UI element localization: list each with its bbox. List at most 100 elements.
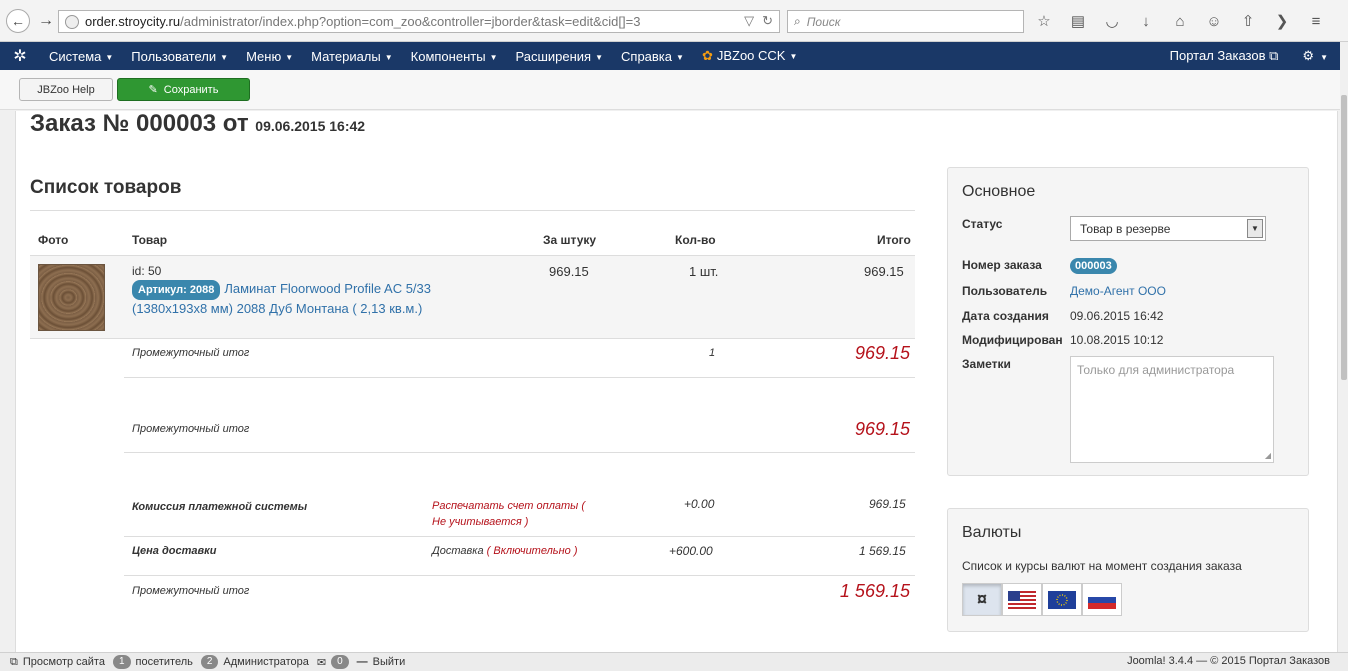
scrollbar-thumb[interactable] (1341, 95, 1347, 380)
extension-icon[interactable]: ❯ (1272, 11, 1292, 31)
logout-label: Выйти (372, 656, 406, 668)
menu-help[interactable]: Справка ▼ (612, 49, 693, 64)
menu-content-label: Материалы (311, 48, 381, 64)
modified-value: 10.08.2015 10:12 (1070, 333, 1164, 347)
notes-label: Заметки (962, 357, 1011, 371)
browser-search-input[interactable]: ⌕ Поиск (787, 10, 1024, 33)
subtotal-label: Промежуточный итог (132, 585, 250, 597)
settings-menu[interactable]: ⚙ ▼ (1302, 48, 1328, 64)
currency-panel: Валюты Список и курсы валют на момент со… (947, 508, 1309, 632)
menu-system[interactable]: Система ▼ (40, 49, 122, 64)
subtotal-label: Промежуточный итог (132, 347, 250, 359)
currency-rub-button[interactable] (1082, 583, 1122, 616)
subtotal-label: Промежуточный итог (132, 423, 250, 435)
col-total: Итого (877, 233, 911, 247)
menu-content[interactable]: Материалы ▼ (302, 49, 402, 64)
search-icon: ⌕ (794, 14, 801, 28)
product-id: id: 50 (132, 264, 162, 278)
grand-total-amount: 1 569.15 (839, 581, 910, 601)
menu-components[interactable]: Компоненты ▼ (402, 49, 507, 64)
commission-desc-text[interactable]: Распечатать счет оплаты (432, 500, 578, 512)
delivery-desc: Доставка ( Включительно ) (432, 545, 577, 557)
menu-menus[interactable]: Меню ▼ (237, 49, 302, 64)
menu-jbzoo-label: JBZoo CCK (716, 48, 786, 63)
dropdown-icon[interactable]: ▽ (744, 13, 754, 29)
menu-icon[interactable]: ≡ (1306, 11, 1326, 31)
product-link[interactable]: Ламинат Floorwood Profile AC 5/33 (224, 281, 431, 296)
notes-placeholder: Только для администратора (1077, 363, 1235, 377)
created-label: Дата создания (962, 309, 1049, 323)
order-date: 09.06.2015 16:42 (255, 118, 366, 134)
status-label: Статус (962, 217, 1003, 231)
status-select-value: Товар в резерве (1080, 222, 1171, 236)
pocket-icon[interactable]: ◡ (1102, 11, 1122, 31)
menu-extensions[interactable]: Расширения ▼ (506, 49, 612, 64)
chat-icon[interactable]: ☺ (1204, 11, 1224, 31)
currency-usd-button[interactable] (1002, 583, 1042, 616)
menu-system-label: Система (49, 48, 102, 64)
caret-down-icon: ▼ (595, 52, 604, 62)
help-button[interactable]: JBZoo Help (19, 78, 113, 101)
status-select[interactable]: Товар в резерве ▼ (1070, 216, 1266, 241)
edit-icon: ✎ (148, 84, 158, 96)
upload-icon[interactable]: ⇧ (1238, 11, 1258, 31)
delivery-desc-text: Доставка (432, 545, 484, 557)
product-total: 969.15 (864, 264, 904, 279)
save-button-label: Сохранить (163, 83, 219, 96)
reload-icon[interactable]: ↻ (762, 13, 773, 29)
divider (30, 210, 915, 211)
product-link-line2[interactable]: (1380x193x8 мм) 2088 Дуб Монтана ( 2,13 … (132, 301, 422, 316)
site-link[interactable]: Портал Заказов ⧉ (1170, 48, 1279, 64)
save-button[interactable]: ✎ Сохранить (117, 78, 250, 101)
currency-default-button[interactable]: ¤ (962, 583, 1002, 616)
product-unit-price: 969.15 (549, 264, 589, 279)
subtotal-amount: 969.15 (854, 343, 910, 363)
order-title-text: Заказ № 000003 от (30, 111, 249, 137)
forward-button[interactable]: → (36, 11, 56, 31)
main-content: Заказ № 000003 от 09.06.2015 16:42 Списо… (15, 111, 1338, 652)
footer-copyright: Joomla! 3.4.4 — © 2015 Портал Заказов (1127, 655, 1330, 667)
admins-label: Администратора (223, 656, 309, 668)
divider (124, 452, 915, 453)
home-icon[interactable]: ⌂ (1170, 11, 1190, 31)
delivery-label: Цена доставки (132, 545, 217, 557)
currency-switcher: ¤ (962, 583, 1122, 616)
caret-down-icon: ▼ (676, 52, 684, 62)
commission-desc: Распечатать счет оплаты ( Не учитывается… (432, 498, 585, 530)
delivery-status: ( Включительно ) (486, 545, 578, 557)
url-bar[interactable]: order.stroycity.ru/administrator/index.p… (58, 10, 780, 33)
bookmark-star-icon[interactable]: ☆ (1034, 11, 1054, 31)
product-qty: 1 шт. (689, 264, 719, 279)
logout-link[interactable]: — Выйти (357, 656, 406, 668)
commission-sum: 969.15 (869, 497, 906, 511)
caret-down-icon: ▼ (489, 52, 498, 62)
view-site-link[interactable]: ⧉ Просмотр сайта (10, 656, 105, 669)
menu-jbzoo[interactable]: ✿ JBZoo CCK ▼ (693, 48, 806, 64)
download-icon[interactable]: ↓ (1136, 11, 1156, 31)
url-path: /administrator/index.php?option=com_zoo&… (180, 14, 641, 29)
gear-icon: ⚙ (1302, 48, 1315, 63)
delivery-delta: +600.00 (669, 544, 713, 558)
reading-list-icon[interactable]: ▤ (1068, 11, 1088, 31)
browser-toolbar-icons: ☆ ▤ ◡ ↓ ⌂ ☺ ⇧ ❯ ≡ (1034, 11, 1326, 31)
user-link[interactable]: Демо-Агент ООО (1070, 284, 1166, 298)
order-number-value: 000003 (1070, 258, 1117, 274)
main-info-panel: Основное Статус Товар в резерве ▼ Номер … (947, 167, 1309, 476)
divider (124, 575, 915, 576)
ru-flag-icon (1088, 590, 1116, 609)
currency-eur-button[interactable] (1042, 583, 1082, 616)
col-qty: Кол-во (675, 233, 716, 247)
resize-grip-icon[interactable]: ◢ (1265, 451, 1271, 460)
url-host: order.stroycity.ru (85, 14, 181, 29)
messages-link[interactable]: ✉ 0 (317, 655, 349, 669)
joomla-logo-icon[interactable]: ✲ (0, 46, 40, 66)
col-unit-price: За штуку (543, 233, 597, 247)
visitors-count-badge: 1 (112, 655, 131, 669)
caret-down-icon: ▼ (105, 52, 114, 62)
back-button[interactable]: ← (6, 8, 30, 33)
subtotal-qty: 1 (709, 347, 716, 359)
notes-textarea[interactable]: Только для администратора ◢ (1070, 356, 1274, 463)
menu-users[interactable]: Пользователи ▼ (122, 49, 237, 64)
visitors-info: 1 посетитель (112, 655, 193, 669)
product-photo[interactable] (38, 264, 105, 331)
